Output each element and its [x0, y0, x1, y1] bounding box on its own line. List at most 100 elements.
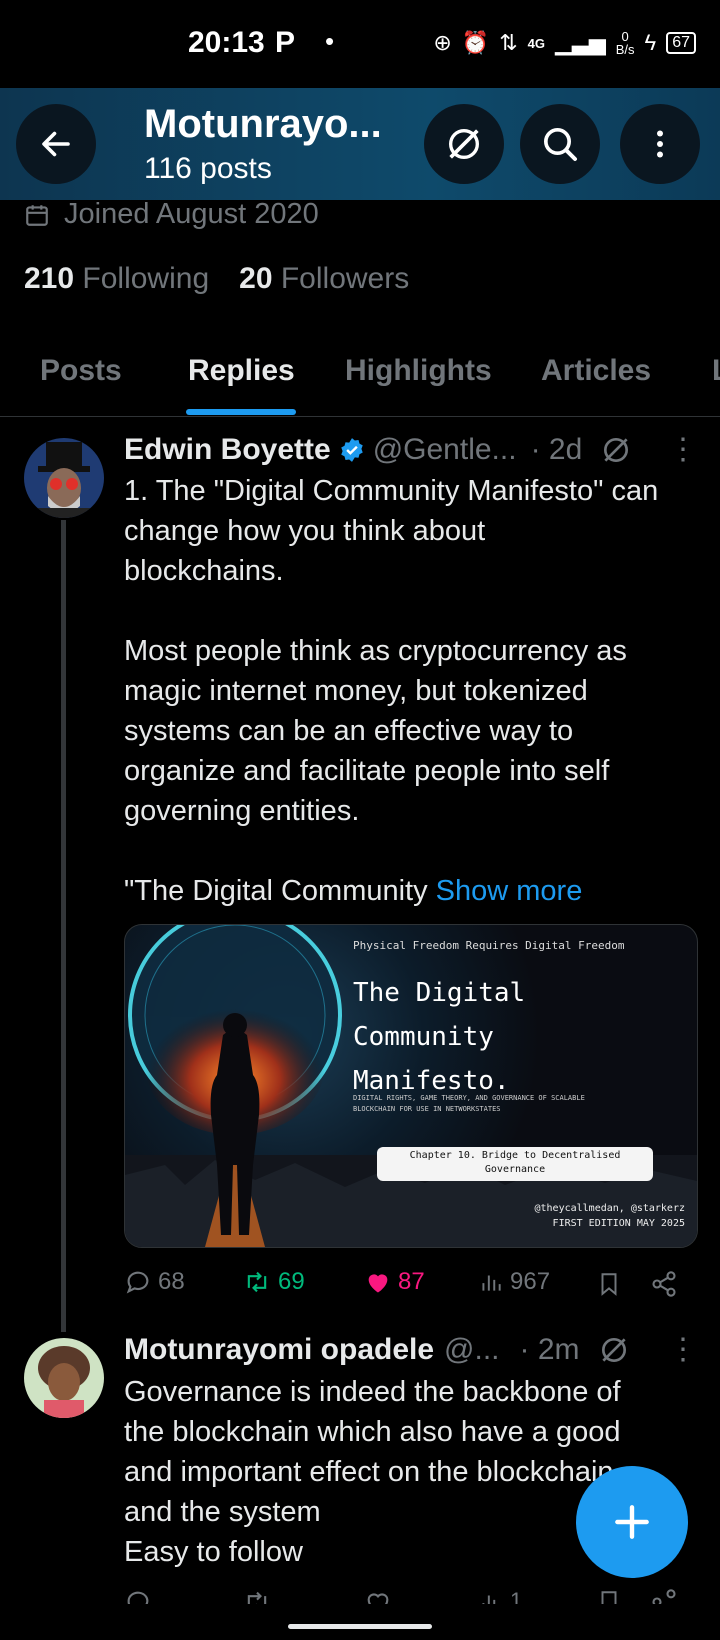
author-name[interactable]: Motunrayomi opadele — [124, 1333, 434, 1367]
tweet-header: Edwin Boyette @Gentle... · 2d ⋮ — [124, 432, 704, 467]
avatar[interactable] — [24, 1338, 104, 1418]
profile-header: Motunrayo... 116 posts — [0, 88, 720, 200]
grok-icon — [449, 129, 479, 159]
tweet-text-line: the blockchain which also have a good — [124, 1416, 621, 1448]
media-title-line: The Digital — [353, 978, 526, 1008]
tweet-actions-partial: 1 — [0, 1588, 720, 1604]
kebab-menu-icon — [657, 130, 663, 158]
tweet-text-line: Most people think as cryptocurrency as — [124, 635, 627, 667]
repost-count: 69 — [278, 1268, 305, 1295]
followers-link[interactable]: 20 Followers — [239, 262, 409, 296]
data-rate-unit: B/s — [615, 42, 635, 57]
more-options-button[interactable] — [620, 104, 700, 184]
status-time: 20:13 — [188, 26, 265, 59]
heart-icon[interactable] — [364, 1588, 392, 1604]
tweet-media-image[interactable]: Physical Freedom Requires Digital Freedo… — [124, 924, 698, 1248]
views-icon — [482, 1275, 501, 1291]
author-handle[interactable]: @... — [444, 1333, 499, 1367]
media-title: The Digital Community Manifesto. — [353, 971, 525, 1103]
media-authors: @theycallmedan, @starkerz — [534, 1203, 685, 1214]
thread-line — [61, 520, 66, 1332]
avatar-motunrayomi-image — [24, 1338, 104, 1418]
profile-tabs: Posts Replies Highlights Articles L — [0, 340, 720, 417]
following-count: 210 — [24, 262, 75, 295]
repost-button[interactable]: 69 — [242, 1268, 305, 1296]
like-button[interactable]: 87 — [364, 1268, 425, 1296]
data-transfer-icon: ⇅ — [499, 30, 518, 55]
search-icon — [544, 128, 577, 161]
parking-icon: P — [275, 26, 296, 59]
calendar-icon — [26, 204, 48, 226]
author-name[interactable]: Edwin Boyette — [124, 433, 331, 467]
network-type: 4G — [527, 35, 545, 51]
avatar[interactable] — [24, 438, 104, 518]
repost-icon[interactable] — [242, 1588, 272, 1604]
media-subtitle-line: BLOCKCHAIN FOR USE IN NETWORKSTATES — [353, 1105, 501, 1113]
compose-reply-button[interactable] — [576, 1466, 688, 1578]
tweet-more-icon[interactable]: ⋮ — [668, 1332, 698, 1367]
tweet-more-icon[interactable]: ⋮ — [668, 432, 698, 467]
header-post-count: 116 posts — [144, 152, 272, 185]
tweet-actions: 68 69 87 967 — [0, 1264, 720, 1304]
header-profile-name: Motunrayo... — [144, 102, 382, 146]
reply-count: 68 — [158, 1268, 185, 1295]
tab-posts[interactable]: Posts — [40, 354, 122, 388]
repost-icon — [247, 1271, 267, 1293]
following-label: Following — [82, 262, 210, 295]
alarm-icon: ⏰ — [461, 30, 490, 55]
tweet-time[interactable]: · 2d — [531, 433, 583, 467]
plus-icon — [615, 1505, 649, 1539]
heart-filled-icon — [368, 1274, 388, 1293]
tweet-text-line: "The Digital Community Show more — [124, 871, 704, 911]
status-icons: ⊕ ⏰ ⇅ 4G ▁▃▅ 0 B/s ϟ 67 — [433, 30, 696, 56]
grok-button[interactable] — [424, 104, 504, 184]
reply-icon[interactable] — [124, 1588, 152, 1604]
tweet-text-line: governing entities. — [124, 795, 360, 827]
tweet-text-fragment: "The Digital Community — [124, 875, 436, 907]
grok-icon[interactable] — [600, 434, 632, 466]
status-bar: 20:13 P • ⊕ ⏰ ⇅ 4G ▁▃▅ 0 B/s ϟ 67 — [0, 0, 720, 88]
battery-level: 67 — [666, 32, 696, 54]
back-button[interactable] — [16, 104, 96, 184]
joined-text: Joined August 2020 — [64, 198, 319, 230]
tab-replies[interactable]: Replies — [188, 354, 295, 388]
tweet-text-line: 1. The "Digital Community Manifesto" can — [124, 475, 659, 507]
media-tagline: Physical Freedom Requires Digital Freedo… — [353, 939, 625, 952]
views-button[interactable]: 1 — [478, 1588, 522, 1604]
verified-badge-icon — [340, 437, 363, 462]
show-more-link[interactable]: Show more — [436, 875, 583, 907]
reply-button[interactable]: 68 — [124, 1268, 185, 1296]
following-link[interactable]: 210 Following — [24, 262, 209, 296]
follow-stats: 210 Following 20 Followers — [24, 262, 409, 296]
back-arrow-icon — [42, 131, 70, 157]
media-chapter-label: Chapter 10. Bridge to Decentralised Gove… — [377, 1149, 653, 1177]
media-chapter-line: Governance — [484, 1164, 546, 1175]
grok-icon[interactable] — [598, 1334, 630, 1366]
data-rate: 0 B/s — [616, 30, 635, 56]
share-icon[interactable] — [650, 1270, 678, 1298]
tweet-text-line: organize and facilitate people into self — [124, 755, 610, 787]
add-circle-icon: ⊕ — [433, 30, 452, 55]
author-handle[interactable]: @Gentle... — [373, 433, 517, 467]
tweet-text-line: change how you think about — [124, 515, 486, 547]
bookmark-icon[interactable] — [596, 1270, 622, 1298]
tab-highlights[interactable]: Highlights — [345, 354, 492, 388]
search-button[interactable] — [520, 104, 600, 184]
views-button[interactable]: 967 — [478, 1268, 550, 1296]
notification-dot: • — [325, 26, 335, 56]
like-count: 87 — [398, 1268, 425, 1295]
avatar-edwin-image — [24, 438, 104, 518]
media-subtitle: DIGITAL RIGHTS, GAME THEORY, AND GOVERNA… — [353, 1093, 585, 1115]
charging-icon: ϟ — [644, 30, 657, 55]
reply-icon — [126, 1271, 149, 1294]
media-credits: @theycallmedan, @starkerz FIRST EDITION … — [534, 1201, 685, 1231]
media-subtitle-line: DIGITAL RIGHTS, GAME THEORY, AND GOVERNA… — [353, 1094, 585, 1102]
tab-articles[interactable]: Articles — [541, 354, 651, 388]
bookmark-icon[interactable] — [596, 1588, 622, 1604]
share-icon[interactable] — [650, 1588, 678, 1604]
tweet-time[interactable]: · 2m — [520, 1333, 580, 1367]
media-chapter-line: Chapter 10. Bridge to Decentralised — [409, 1150, 621, 1161]
home-indicator[interactable] — [288, 1624, 432, 1629]
tab-partial[interactable]: L — [712, 354, 720, 388]
signal-icon: ▁▃▅ — [554, 30, 606, 55]
